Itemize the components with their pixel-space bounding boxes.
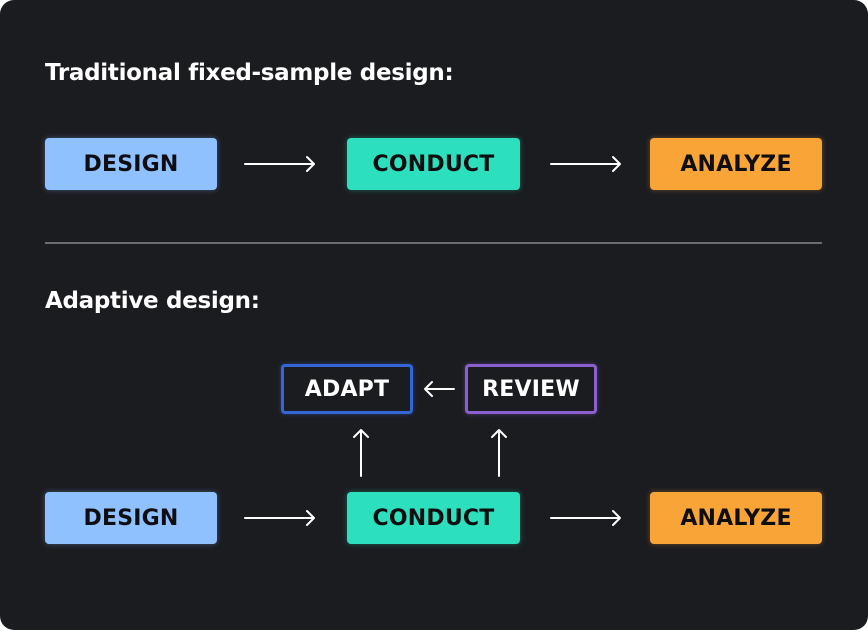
arrow-up-icon xyxy=(491,429,507,477)
adaptive-adapt-node: ADAPT xyxy=(281,364,413,414)
section-divider xyxy=(45,242,822,244)
diagram-canvas: Traditional fixed-sample design: DESIGN … xyxy=(0,0,868,630)
arrow-left-icon xyxy=(424,381,455,397)
traditional-design-node: DESIGN xyxy=(45,138,217,190)
adaptive-review-node: REVIEW xyxy=(465,364,597,414)
adaptive-analyze-node: ANALYZE xyxy=(650,492,822,544)
conduct-to-review-arrow xyxy=(491,429,507,477)
arrow-right-icon xyxy=(550,156,621,172)
traditional-design-heading: Traditional fixed-sample design: xyxy=(45,60,454,86)
traditional-conduct-node: CONDUCT xyxy=(347,138,520,190)
arrow-right-icon xyxy=(550,510,621,526)
arrow-up-icon xyxy=(353,429,369,477)
arrow-right-icon xyxy=(244,510,315,526)
traditional-design-to-conduct-arrow xyxy=(244,156,315,172)
adaptive-design-heading: Adaptive design: xyxy=(45,288,260,314)
arrow-right-icon xyxy=(244,156,315,172)
conduct-to-adapt-arrow xyxy=(353,429,369,477)
review-to-adapt-arrow xyxy=(424,381,455,397)
traditional-conduct-to-analyze-arrow xyxy=(550,156,621,172)
traditional-analyze-node: ANALYZE xyxy=(650,138,822,190)
adaptive-design-to-conduct-arrow xyxy=(244,510,315,526)
adaptive-conduct-node: CONDUCT xyxy=(347,492,520,544)
adaptive-conduct-to-analyze-arrow xyxy=(550,510,621,526)
adaptive-design-node: DESIGN xyxy=(45,492,217,544)
